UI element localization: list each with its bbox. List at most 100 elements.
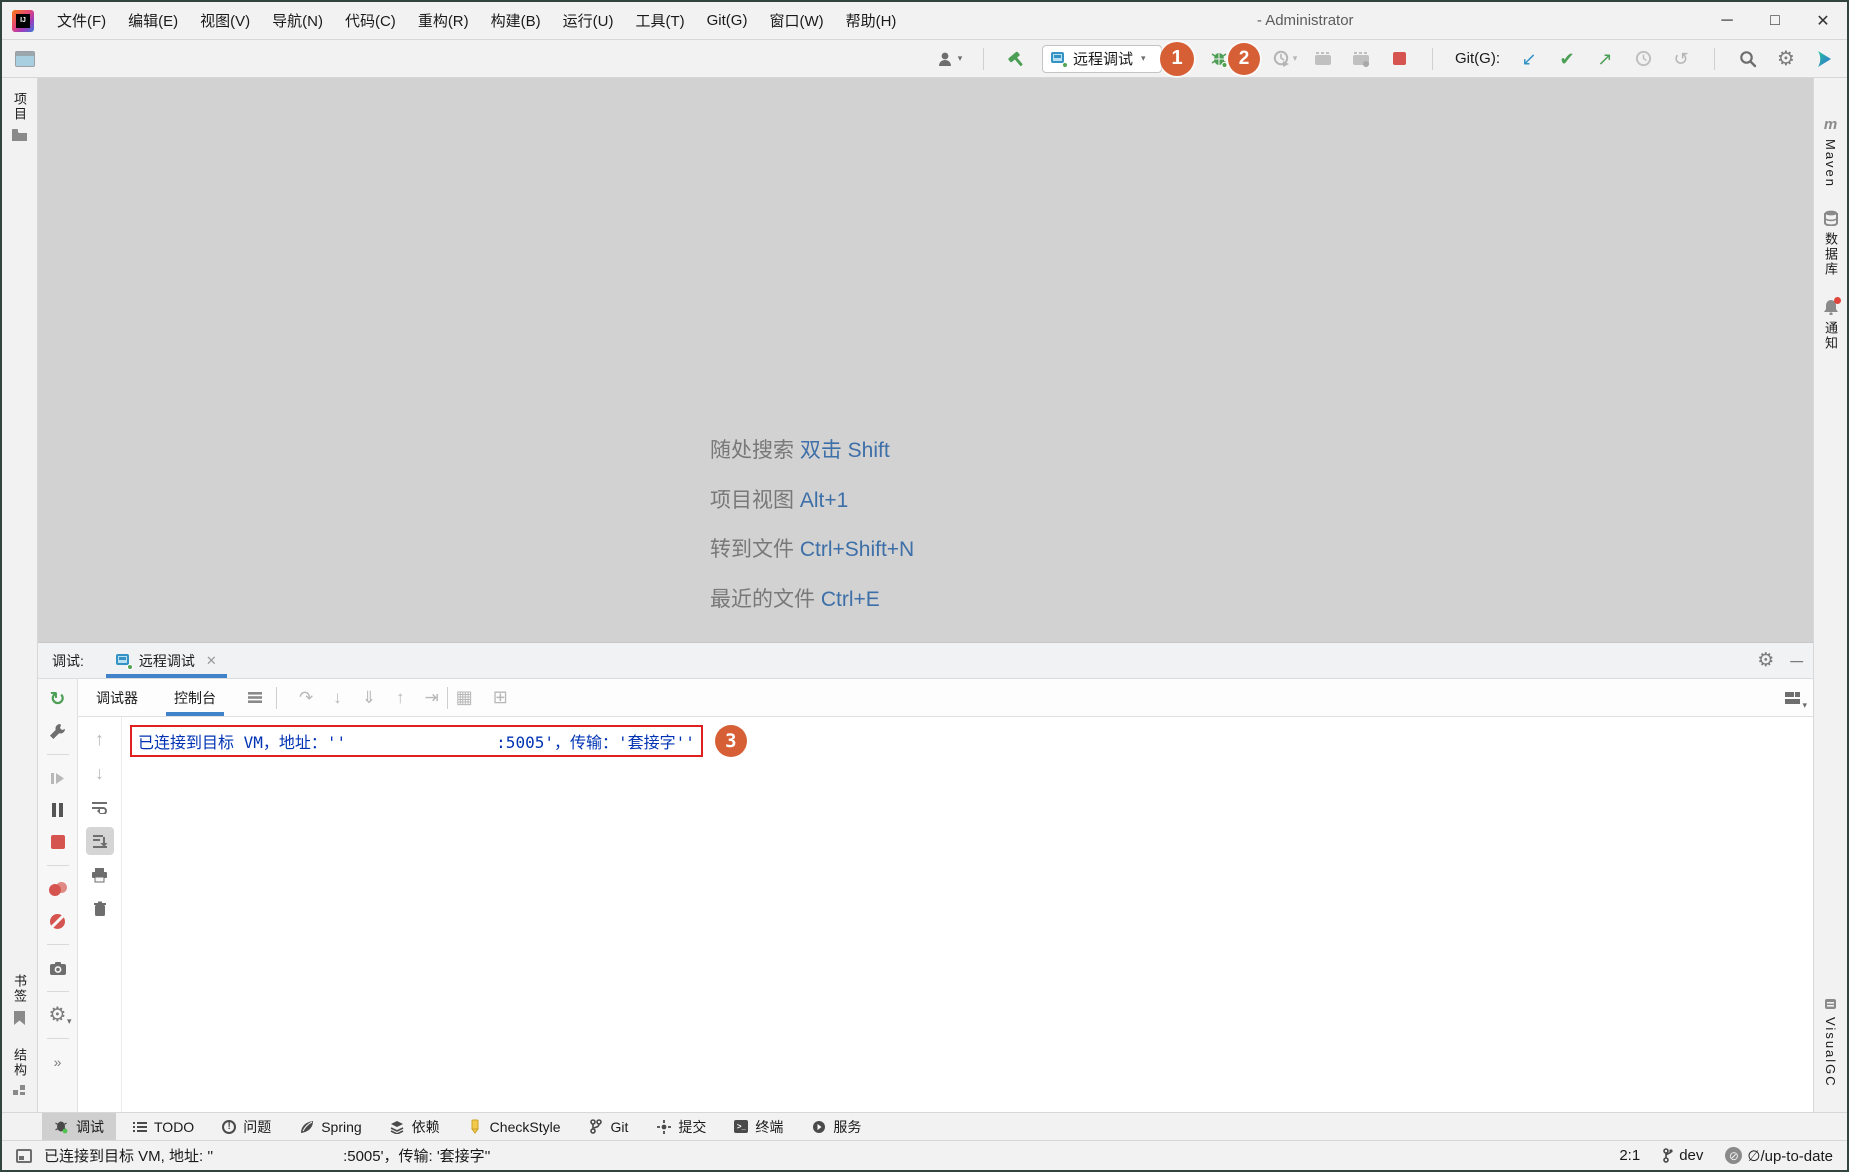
toolwindow-dependencies-button[interactable]: 依赖 (378, 1113, 452, 1140)
close-session-icon[interactable]: ✕ (206, 653, 217, 669)
status-message-suffix: :5005'，传输: '套接字'' (343, 1145, 490, 1166)
toolwindow-maven-button[interactable]: m Maven (1823, 108, 1838, 202)
toolwindow-bookmarks-button[interactable]: 书签 (10, 960, 29, 1034)
services-icon (811, 1119, 826, 1134)
toolwindow-visualgc-button[interactable]: VisualGC (1823, 990, 1838, 1102)
hint-label: 随处搜索 (710, 439, 794, 462)
step-out-icon: ↑ (396, 688, 405, 708)
evaluate-expression-icon: ▦ (456, 687, 473, 708)
stop-button[interactable] (1386, 46, 1412, 72)
tool-dependencies-label: 依赖 (412, 1117, 440, 1137)
debug-settings-gear-icon[interactable]: ⚙ (1757, 651, 1774, 670)
console-options-icon[interactable] (242, 685, 268, 711)
database-stripe-label: 数据库 (1821, 232, 1840, 277)
step-over-icon: ↷ (299, 688, 313, 708)
toolwindow-structure-button[interactable]: 结构 (10, 1034, 29, 1104)
plugin-triangle-icon[interactable] (1811, 46, 1837, 72)
dependencies-icon (390, 1119, 405, 1134)
debug-wrench-icon[interactable] (44, 717, 72, 745)
profiler-button[interactable]: ▾ (1272, 46, 1298, 72)
toolwindow-project-button[interactable]: 项目 (10, 78, 29, 150)
rerun-button[interactable]: ↻ (44, 685, 72, 713)
menu-view[interactable]: 视图(V) (189, 2, 261, 39)
more-actions-icon[interactable]: » (44, 1048, 72, 1076)
toolwindow-notifications-button[interactable]: 通知 (1821, 291, 1840, 365)
run-configuration-select[interactable]: 远程调试 ▾ (1042, 45, 1162, 73)
stop-debug-button[interactable] (44, 828, 72, 856)
toolwindow-debug-button[interactable]: 调试 (42, 1113, 116, 1140)
menu-refactor[interactable]: 重构(R) (407, 2, 480, 39)
menu-run[interactable]: 运行(U) (552, 2, 625, 39)
menu-file[interactable]: 文件(F) (46, 2, 117, 39)
menu-window[interactable]: 窗口(W) (758, 2, 834, 39)
left-tool-stripe: 项目 书签 结构 (2, 78, 38, 1112)
toolwindow-services-button[interactable]: 服务 (799, 1113, 873, 1140)
toolwindow-toggle-icon[interactable] (16, 1149, 32, 1163)
git-rollback-icon: ↺ (1668, 46, 1694, 72)
window-switcher-icon[interactable] (12, 46, 38, 72)
build-hammer-icon[interactable] (1004, 46, 1030, 72)
toolwindow-terminal-button[interactable]: >_ 终端 (722, 1113, 795, 1140)
hint-label: 最近的文件 (710, 588, 815, 611)
mute-breakpoints-icon[interactable] (44, 907, 72, 935)
menu-edit[interactable]: 编辑(E) (117, 2, 189, 39)
bookmarks-stripe-label: 书签 (10, 974, 29, 1004)
toolwindow-checkstyle-button[interactable]: CheckStyle (456, 1113, 573, 1140)
remote-debug-config-icon (1051, 52, 1067, 66)
git-update-icon[interactable]: ↙ (1516, 46, 1542, 72)
toolwindow-commit-button[interactable]: 提交 (644, 1113, 718, 1140)
tool-git-label: Git (610, 1119, 628, 1135)
annotated-console-message: 已连接到目标 VM，地址：'' :5005'，传输：'套接字'' (130, 725, 703, 757)
toolwindow-problems-button[interactable]: ! 问题 (210, 1113, 283, 1140)
layout-settings-icon[interactable]: ▾ (1779, 685, 1805, 711)
close-button[interactable]: ✕ (1799, 2, 1847, 39)
print-icon[interactable] (86, 861, 114, 889)
terminal-icon: >_ (734, 1120, 748, 1133)
menu-tools[interactable]: 工具(T) (624, 2, 695, 39)
git-branch-widget[interactable]: dev (1662, 1147, 1703, 1164)
hint-search-everywhere: 随处搜索 双击 Shift (710, 426, 914, 476)
soft-wrap-icon[interactable] (86, 793, 114, 821)
menu-code[interactable]: 代码(C) (334, 2, 407, 39)
user-account-icon[interactable]: ▾ (937, 46, 963, 72)
scroll-to-end-icon[interactable] (86, 827, 114, 855)
right-tool-stripe: m Maven 数据库 通知 (1813, 78, 1847, 1112)
tab-console[interactable]: 控制台 (156, 679, 234, 716)
pause-button[interactable] (44, 796, 72, 824)
thread-dump-camera-icon[interactable] (44, 954, 72, 982)
git-commit-check-icon[interactable]: ✔ (1554, 46, 1580, 72)
tab-console-label: 控制台 (174, 688, 216, 708)
maximize-button[interactable]: □ (1751, 2, 1799, 39)
caret-position[interactable]: 2:1 (1619, 1147, 1640, 1164)
git-history-icon (1630, 46, 1656, 72)
tab-debugger[interactable]: 调试器 (78, 679, 156, 716)
toolwindow-database-button[interactable]: 数据库 (1821, 202, 1840, 291)
menu-git[interactable]: Git(G) (696, 2, 759, 39)
toolwindow-git-button[interactable]: Git (576, 1113, 640, 1140)
menu-navigate[interactable]: 导航(N) (261, 2, 334, 39)
annotation-badge-2: 2 (1228, 43, 1260, 75)
hint-shortcut: Ctrl+E (821, 588, 880, 611)
coverage-icon (1310, 46, 1336, 72)
debug-panel-title: 调试: (52, 651, 84, 671)
toolwindow-spring-button[interactable]: Spring (287, 1113, 373, 1140)
view-breakpoints-icon[interactable] (44, 875, 72, 903)
menu-help[interactable]: 帮助(H) (835, 2, 908, 39)
shortcut-hints: 随处搜索 双击 Shift 项目视图 Alt+1 转到文件 Ctrl+Shift… (710, 426, 914, 624)
clear-console-trash-icon[interactable] (86, 895, 114, 923)
problems-icon: ! (222, 1120, 236, 1134)
toolwindow-todo-button[interactable]: TODO (120, 1113, 206, 1140)
debug-session-tab[interactable]: 远程调试 ✕ (106, 643, 227, 678)
console-output[interactable]: 已连接到目标 VM，地址：'' :5005'，传输：'套接字'' 3 (122, 717, 1813, 1112)
menu-build[interactable]: 构建(B) (480, 2, 552, 39)
maven-icon: m (1824, 116, 1837, 133)
minimize-button[interactable]: ─ (1703, 2, 1751, 39)
search-everywhere-icon[interactable] (1735, 46, 1761, 72)
console-toolbar: ↑ ↓ (78, 717, 122, 1112)
debug-layout-gear-icon[interactable]: ⚙▾ (44, 1001, 72, 1029)
console-message-suffix: :5005'，传输：'套接字'' (496, 729, 695, 753)
hide-panel-icon[interactable]: ─ (1790, 652, 1803, 670)
vcs-status-widget[interactable]: ⊘ ∅/up-to-date (1725, 1147, 1833, 1165)
settings-gear-icon[interactable]: ⚙ (1773, 46, 1799, 72)
git-push-icon[interactable]: ↗ (1592, 46, 1618, 72)
